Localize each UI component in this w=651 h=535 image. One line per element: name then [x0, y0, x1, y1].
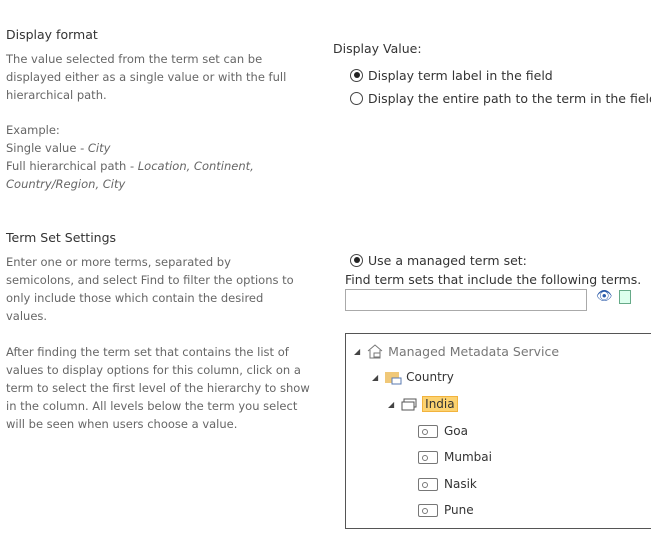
- tree-node-group[interactable]: ◢ Country: [372, 367, 454, 387]
- tree-node-root[interactable]: ◢ Managed Metadata Service: [354, 341, 559, 361]
- radio-button[interactable]: [350, 91, 363, 105]
- term-tag-icon: [418, 450, 438, 464]
- tree-label: Nasik: [444, 477, 477, 491]
- single-label: Single value -: [6, 141, 88, 155]
- term-tree: ◢ Managed Metadata Service ◢ Country ◢ Indi…: [345, 333, 651, 529]
- expand-triangle-icon[interactable]: ◢: [354, 347, 360, 356]
- folder-icon: [385, 372, 402, 385]
- radio-term-label[interactable]: Display term label in the field: [350, 65, 553, 85]
- home-service-icon: [367, 344, 383, 359]
- tree-term[interactable]: Mumbai: [418, 447, 492, 467]
- radio-label: Display term label in the field: [368, 67, 553, 83]
- term-tag-icon: [418, 503, 438, 517]
- example-block: Example: Single value - City Full hierar…: [6, 121, 286, 193]
- single-value: City: [87, 141, 111, 155]
- display-value-label: Display Value:: [333, 41, 422, 56]
- term-tag-icon: [418, 477, 438, 491]
- radio-button[interactable]: [350, 68, 363, 82]
- expand-triangle-icon[interactable]: ◢: [372, 373, 378, 382]
- find-binoculars-icon[interactable]: 👁: [596, 289, 613, 304]
- tree-label-selected: India: [422, 396, 458, 412]
- display-format-description: The value selected from the term set can…: [6, 52, 287, 102]
- tree-label: Pune: [444, 503, 474, 517]
- radio-button[interactable]: [350, 253, 363, 267]
- example-label: Example:: [6, 123, 60, 137]
- full-label: Full hierarchical path -: [6, 159, 138, 173]
- radio-label: Display the entire path to the term in t…: [368, 90, 651, 106]
- find-terms-input[interactable]: [345, 289, 587, 311]
- radio-label: Use a managed term set:: [368, 252, 527, 268]
- radio-use-managed[interactable]: Use a managed term set:: [350, 250, 527, 270]
- find-label: Find term sets that include the followin…: [345, 272, 642, 287]
- tree-node-termset[interactable]: ◢ India: [388, 394, 458, 414]
- term-set-instructions: After finding the term set that contains…: [6, 345, 310, 431]
- tree-label: Managed Metadata Service: [388, 343, 560, 359]
- tree-term[interactable]: Goa: [418, 421, 468, 441]
- tree-label: Goa: [444, 424, 468, 438]
- tree-label: Country: [406, 370, 454, 384]
- tree-term[interactable]: Pune: [418, 500, 474, 520]
- tree-term[interactable]: Nasik: [418, 474, 477, 494]
- refresh-icon[interactable]: [619, 290, 631, 304]
- term-set-title: Term Set Settings: [6, 230, 117, 245]
- termset-icon: [401, 398, 417, 411]
- display-format-title: Display format: [6, 27, 98, 42]
- term-set-description: Enter one or more terms, separated by se…: [6, 255, 294, 323]
- radio-entire-path[interactable]: Display the entire path to the term in t…: [350, 88, 651, 108]
- tree-label: Mumbai: [444, 450, 492, 464]
- term-tag-icon: [418, 424, 438, 438]
- expand-triangle-icon[interactable]: ◢: [388, 400, 394, 409]
